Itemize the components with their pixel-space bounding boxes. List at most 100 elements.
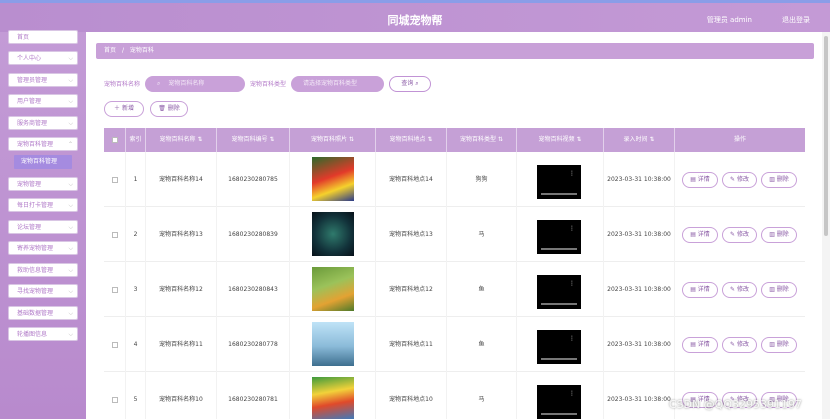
edit-label: 修改: [736, 176, 749, 183]
sidebar-item-provider[interactable]: 服务商管理 ⌵: [8, 116, 78, 130]
col-place[interactable]: 宠物百科地点 ⇅: [376, 128, 447, 152]
edit-button[interactable]: ✎ 修改: [722, 337, 757, 353]
more-icon[interactable]: ⋮: [569, 171, 575, 177]
video-player[interactable]: ⋮: [537, 165, 581, 199]
delete-button[interactable]: ▥ 删除: [761, 282, 797, 298]
video-player[interactable]: ⋮: [537, 385, 581, 419]
row-name: 宠物百科名称10: [146, 372, 217, 419]
detail-button[interactable]: ▤ 详情: [682, 337, 718, 353]
sidebar-item-profile[interactable]: 个人中心 ⌵: [8, 51, 78, 65]
detail-label: 详情: [697, 286, 710, 293]
delete-label: 删除: [167, 105, 180, 112]
sort-icon: ⇅: [649, 136, 655, 143]
table-header: 索引 宠物百科名称 ⇅ 宠物百科编号 ⇅ 宠物百科照片 ⇅ 宠物百科地点 ⇅ 宠…: [104, 128, 805, 152]
add-button[interactable]: ＋ 新增: [104, 101, 144, 117]
pet-photo-thumbnail[interactable]: [312, 377, 354, 419]
col-time[interactable]: 录入时间 ⇅: [604, 128, 675, 152]
bulk-delete-button[interactable]: 🗑 删除: [150, 101, 188, 117]
sidebar-item-label: 宠物百科管理: [17, 141, 54, 148]
name-filter-input[interactable]: ⌕ 宠物百科名称: [145, 76, 245, 92]
query-button[interactable]: 查询 ⌕: [389, 76, 431, 92]
detail-button[interactable]: ▤ 详情: [682, 172, 718, 188]
sidebar-item-label: 宠物管理: [17, 181, 42, 188]
detail-button[interactable]: ▤ 详情: [682, 282, 718, 298]
row-checkbox[interactable]: [104, 207, 126, 262]
video-progress[interactable]: [541, 303, 577, 305]
pet-photo-thumbnail[interactable]: [312, 157, 354, 201]
col-type[interactable]: 宠物百科类型 ⇅: [447, 128, 517, 152]
vertical-scrollbar[interactable]: [822, 32, 830, 419]
sidebar-item-encyclopedia[interactable]: 宠物百科管理 ⌃: [8, 137, 78, 151]
sidebar-item-home[interactable]: 首页: [8, 30, 78, 44]
video-player[interactable]: ⋮: [537, 330, 581, 364]
detail-button[interactable]: ▤ 详情: [682, 227, 718, 243]
row-checkbox[interactable]: [104, 152, 126, 207]
sidebar-item-foster[interactable]: 寄养宠物管理 ⌵: [8, 241, 78, 255]
sidebar-item-users[interactable]: 用户管理 ⌵: [8, 94, 78, 108]
delete-button[interactable]: ▥ 删除: [761, 227, 797, 243]
main-content: 首页 / 宠物百科 宠物百科名称 ⌕ 宠物百科名称 宠物百科类型 请选择宠物百科类…: [86, 32, 830, 419]
sidebar-item-carousel[interactable]: 轮播图信息 ⌵: [8, 327, 78, 341]
row-code: 1680230280843: [217, 262, 290, 317]
video-progress[interactable]: [541, 413, 577, 415]
trash-icon: ▥: [769, 341, 775, 348]
chevron-up-icon: ⌃: [67, 141, 73, 148]
video-progress[interactable]: [541, 193, 577, 195]
video-progress[interactable]: [541, 248, 577, 250]
chevron-down-icon: ⌵: [68, 202, 73, 209]
row-checkbox[interactable]: [104, 262, 126, 317]
query-label: 查询: [401, 80, 414, 87]
row-name: 宠物百科名称12: [146, 262, 217, 317]
sidebar-item-rescue[interactable]: 救助信息管理 ⌵: [8, 263, 78, 277]
edit-button[interactable]: ✎ 修改: [722, 227, 757, 243]
edit-button[interactable]: ✎ 修改: [722, 282, 757, 298]
sidebar-item-label: 服务商管理: [17, 120, 48, 127]
more-icon[interactable]: ⋮: [569, 226, 575, 232]
logout-link[interactable]: 退出登录: [782, 15, 810, 25]
sidebar-item-basic-data[interactable]: 基础数据管理 ⌵: [8, 306, 78, 320]
delete-label: 删除: [776, 176, 789, 183]
type-filter-select[interactable]: 请选择宠物百科类型: [291, 76, 384, 92]
edit-icon: ✎: [730, 286, 736, 293]
breadcrumb-separator: /: [121, 47, 124, 54]
col-video[interactable]: 宠物百科视频 ⇅: [517, 128, 604, 152]
edit-button[interactable]: ✎ 修改: [722, 172, 757, 188]
col-photo[interactable]: 宠物百科照片 ⇅: [290, 128, 376, 152]
sort-icon: ⇅: [497, 136, 503, 143]
sidebar-item-admin[interactable]: 管理员管理 ⌵: [8, 73, 78, 87]
select-all-checkbox[interactable]: [104, 128, 126, 152]
more-icon[interactable]: ⋮: [569, 281, 575, 287]
row-checkbox[interactable]: [104, 317, 126, 372]
sidebar-item-checkin[interactable]: 每日打卡管理 ⌵: [8, 198, 78, 212]
delete-label: 删除: [776, 341, 789, 348]
row-checkbox[interactable]: [104, 372, 126, 419]
edit-label: 修改: [736, 286, 749, 293]
col-code-label: 宠物百科编号: [231, 136, 268, 143]
sidebar-item-pets[interactable]: 宠物管理 ⌵: [8, 177, 78, 191]
video-player[interactable]: ⋮: [537, 275, 581, 309]
pet-photo-thumbnail[interactable]: [312, 267, 354, 311]
row-photo-cell: [290, 152, 376, 207]
more-icon[interactable]: ⋮: [569, 391, 575, 397]
more-icon[interactable]: ⋮: [569, 336, 575, 342]
row-place: 宠物百科地点10: [376, 372, 447, 419]
chevron-down-icon: ⌵: [68, 310, 73, 317]
col-index: 索引: [126, 128, 146, 152]
row-place: 宠物百科地点14: [376, 152, 447, 207]
detail-label: 详情: [697, 176, 710, 183]
sidebar-item-lost[interactable]: 寻找宠物管理 ⌵: [8, 284, 78, 298]
sidebar-item-label: 每日打卡管理: [17, 202, 54, 209]
sort-icon: ⇅: [427, 136, 433, 143]
breadcrumb-home[interactable]: 首页: [104, 47, 116, 54]
col-code[interactable]: 宠物百科编号 ⇅: [217, 128, 290, 152]
video-progress[interactable]: [541, 358, 577, 360]
sidebar-subitem-encyclopedia[interactable]: 宠物百科管理: [14, 155, 72, 169]
pet-photo-thumbnail[interactable]: [312, 212, 354, 256]
edit-icon: ✎: [730, 231, 736, 238]
video-player[interactable]: ⋮: [537, 220, 581, 254]
col-name[interactable]: 宠物百科名称 ⇅: [146, 128, 217, 152]
delete-button[interactable]: ▥ 删除: [761, 337, 797, 353]
sidebar-item-forum[interactable]: 论坛管理 ⌵: [8, 220, 78, 234]
delete-button[interactable]: ▥ 删除: [761, 172, 797, 188]
pet-photo-thumbnail[interactable]: [312, 322, 354, 366]
